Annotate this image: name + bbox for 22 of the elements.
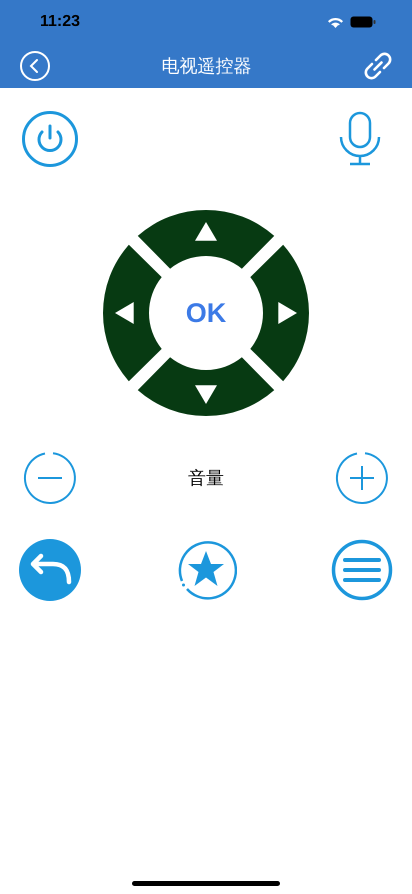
link-button[interactable] [362, 50, 394, 82]
nav-title: 电视遥控器 [162, 55, 252, 78]
right-button[interactable] [250, 244, 309, 382]
back-button[interactable] [19, 50, 51, 82]
battery-icon [350, 16, 376, 28]
triangle-icon [195, 222, 217, 241]
menu-button[interactable] [331, 539, 393, 601]
volume-down-button[interactable] [23, 451, 77, 505]
left-button[interactable] [103, 244, 162, 382]
up-button[interactable] [138, 210, 274, 269]
triangle-icon [278, 302, 297, 324]
volume-label: 音量 [188, 467, 224, 490]
triangle-icon [115, 302, 134, 324]
ok-button[interactable]: OK [176, 293, 236, 333]
volume-up-button[interactable] [335, 451, 389, 505]
return-button[interactable] [19, 539, 81, 601]
power-button[interactable] [21, 110, 79, 168]
microphone-button[interactable] [338, 111, 382, 167]
status-time: 11:23 [40, 13, 80, 31]
wifi-icon [327, 16, 344, 28]
triangle-icon [195, 385, 217, 404]
down-button[interactable] [138, 357, 274, 416]
